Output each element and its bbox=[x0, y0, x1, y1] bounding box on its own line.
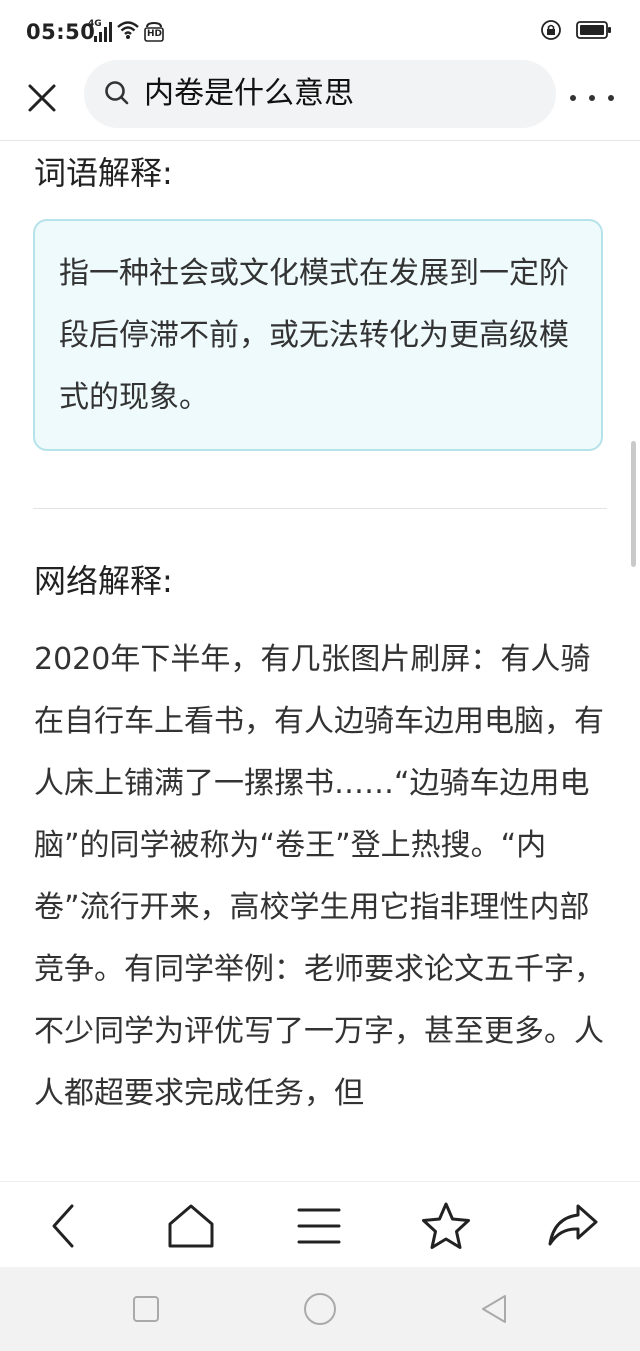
explanation-paragraph: 2020年下半年，有几张图片刷屏：有人骑在自行车上看书，有人边骑车边用电脑，有人… bbox=[34, 642, 604, 1111]
close-button[interactable] bbox=[22, 78, 62, 118]
scrollbar-thumb[interactable] bbox=[631, 441, 636, 567]
home-icon bbox=[168, 1204, 214, 1248]
section-title-word-explanation: 词语解释: bbox=[34, 154, 173, 192]
system-back-button[interactable] bbox=[474, 1289, 514, 1329]
share-icon bbox=[548, 1204, 598, 1246]
browser-bottom-nav bbox=[0, 1181, 640, 1268]
system-nav-bar bbox=[0, 1267, 640, 1351]
search-query: 内卷是什么意思 bbox=[144, 76, 354, 111]
hd-icon: HD bbox=[144, 21, 164, 43]
status-time: 05:50 bbox=[26, 20, 96, 44]
hd-label: HD bbox=[147, 29, 163, 39]
search-icon bbox=[105, 81, 129, 105]
favorite-button[interactable] bbox=[416, 1196, 476, 1256]
battery-icon bbox=[576, 21, 612, 43]
share-button[interactable] bbox=[543, 1196, 603, 1256]
divider bbox=[33, 508, 607, 509]
home-circle-icon bbox=[304, 1293, 336, 1325]
definition-card: 指一种社会或文化模式在发展到一定阶段后停滞不前，或无法转化为更高级模式的现象。 bbox=[33, 219, 603, 451]
page-content: 词语解释: 指一种社会或文化模式在发展到一定阶段后停滞不前，或无法转化为更高级模… bbox=[0, 141, 640, 1181]
home-button[interactable] bbox=[161, 1196, 221, 1256]
wifi-icon bbox=[116, 20, 140, 44]
definition-text: 指一种社会或文化模式在发展到一定阶段后停滞不前，或无法转化为更高级模式的现象。 bbox=[59, 256, 569, 415]
system-home-button[interactable] bbox=[300, 1289, 340, 1329]
lock-rotation-icon bbox=[540, 19, 562, 45]
status-icons-left: 4G HD bbox=[88, 19, 164, 44]
back-button[interactable] bbox=[34, 1196, 94, 1256]
menu-icon bbox=[297, 1208, 341, 1244]
close-icon bbox=[28, 84, 56, 112]
back-icon bbox=[52, 1204, 74, 1248]
recent-apps-icon bbox=[133, 1296, 159, 1322]
star-icon bbox=[422, 1202, 470, 1249]
search-box[interactable]: 内卷是什么意思 bbox=[84, 60, 556, 128]
signal-icon: 4G bbox=[88, 19, 112, 43]
back-triangle-icon bbox=[482, 1295, 506, 1323]
more-icon bbox=[570, 95, 576, 101]
status-bar: 05:50 4G HD bbox=[0, 0, 640, 60]
section-title-internet-explanation: 网络解释: bbox=[34, 562, 173, 600]
more-button[interactable] bbox=[570, 78, 614, 118]
status-icons-right bbox=[540, 20, 612, 44]
browser-toolbar: 内卷是什么意思 bbox=[0, 60, 640, 141]
recent-apps-button[interactable] bbox=[126, 1289, 166, 1329]
menu-button[interactable] bbox=[289, 1196, 349, 1256]
